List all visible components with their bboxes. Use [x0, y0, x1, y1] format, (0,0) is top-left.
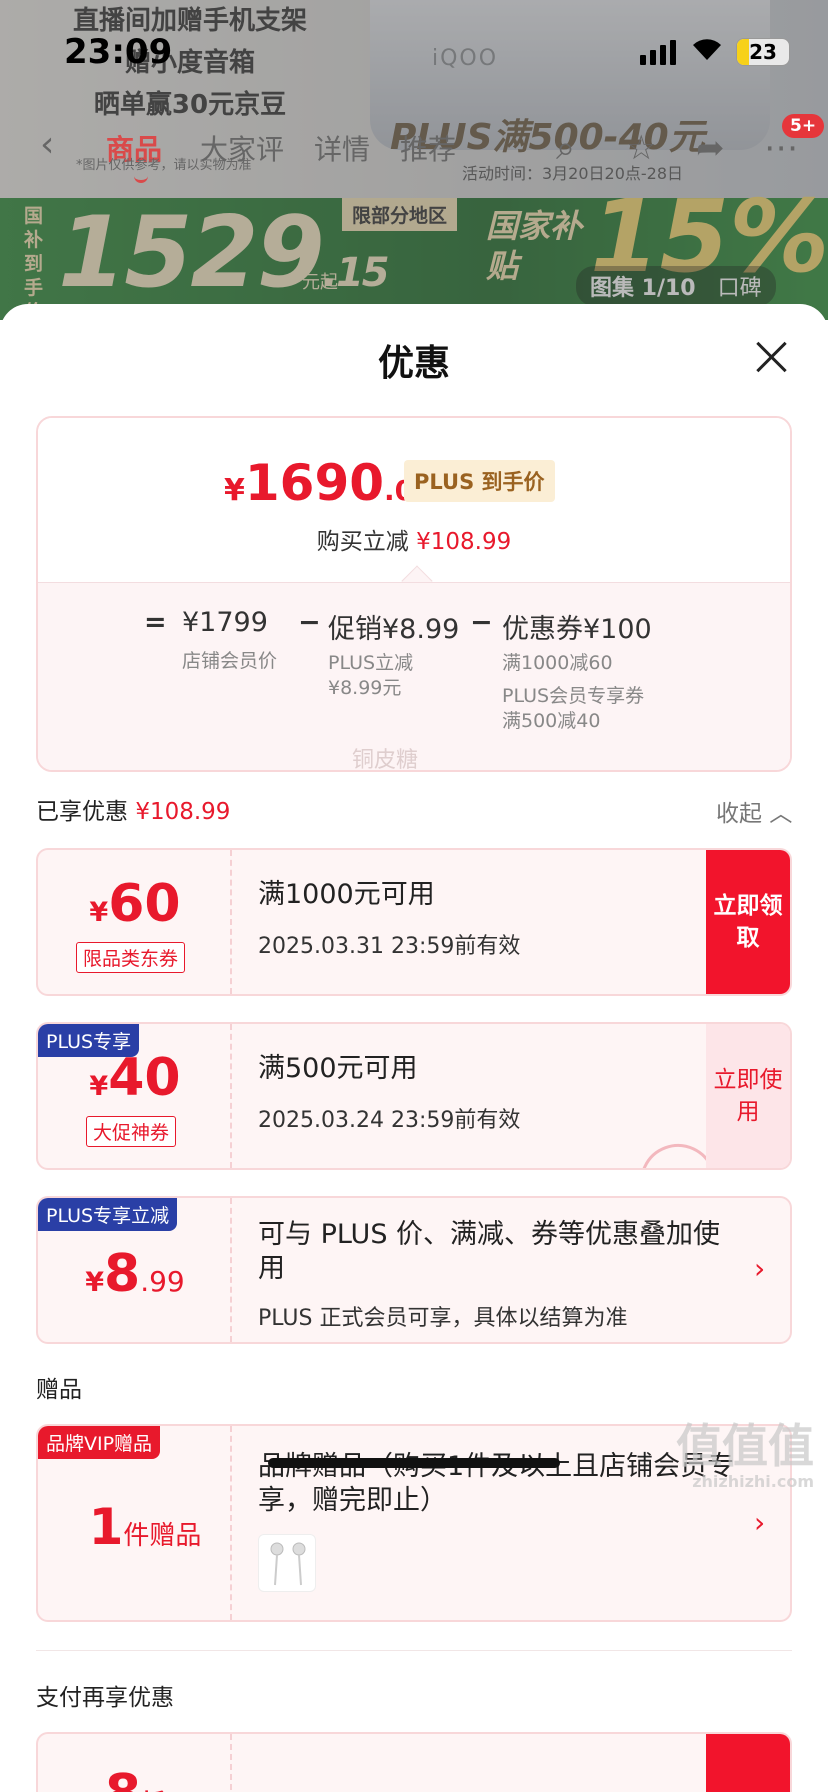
price-summary-card: ¥1690.01 PLUS 到手价 购买立减 ¥108.99 = ¥1799 店…: [36, 416, 792, 772]
enjoyed-discount: 已享优惠 ¥108.99: [36, 792, 230, 826]
price-yen: ¥: [224, 473, 245, 508]
coupon-value: 40: [108, 1048, 181, 1108]
coupon-amount: ¥60: [38, 874, 232, 934]
pay-discount-card[interactable]: 8折: [36, 1732, 792, 1792]
coupon-condition: 满500元可用: [258, 1053, 418, 1084]
message-badge: 5+: [782, 114, 825, 138]
coupon-value: 60: [108, 874, 181, 934]
battery-text: 23: [749, 40, 777, 64]
gift-count-unit: 件赠品: [123, 1521, 202, 1551]
formula-coupon-label: 满1000减60 PLUS会员专享券 满500减40: [502, 651, 644, 734]
formula-base-label: 店铺会员价: [182, 650, 278, 672]
reduction-dec: .99: [140, 1265, 185, 1298]
coupon-label-line: 满1000减60: [502, 652, 613, 674]
coupon-card[interactable]: PLUS专享 ¥40 大促神券 满500元可用 2025.03.24 23:59…: [36, 1022, 792, 1170]
search-icon[interactable]: ⌕: [556, 128, 575, 168]
collapse-button[interactable]: 收起 ︿: [716, 794, 792, 828]
center-watermark: 铜皮糖: [352, 748, 419, 773]
coupon-type: 限品类东券: [76, 942, 186, 973]
star-icon[interactable]: ☆: [626, 128, 656, 168]
coupon-expiry: 2025.03.24 23:59前有效: [258, 1108, 521, 1133]
cellular-signal-icon: [640, 40, 676, 65]
gift-section-title: 赠品: [36, 1377, 82, 1403]
reduction-amount: ¥8.99: [38, 1244, 232, 1304]
section-divider: [36, 1650, 792, 1651]
home-indicator[interactable]: [268, 1458, 560, 1468]
formula-coupon: 优惠券¥100: [502, 614, 652, 645]
formula-base: ¥1799: [182, 607, 268, 638]
site-watermark: 值值值 zhizhizhi.com: [676, 1410, 814, 1491]
watermark-text: 值值值: [676, 1419, 814, 1473]
earphones-gift-image: [258, 1534, 316, 1592]
reduce-label: 购买立减: [316, 529, 409, 555]
pay-action-button[interactable]: [706, 1734, 790, 1792]
collapse-label: 收起: [716, 801, 762, 827]
enjoyed-value: ¥108.99: [135, 799, 231, 825]
tab-details[interactable]: 详情: [314, 128, 370, 168]
reduce-value: ¥108.99: [416, 529, 512, 555]
discount-sheet: 优惠 ¥1690.01 PLUS 到手价 购买立减 ¥108.99 = ¥179…: [0, 304, 828, 1792]
brand-vip-gift-tag: 品牌VIP赠品: [38, 1426, 161, 1459]
coupon-amount: ¥40: [38, 1048, 232, 1108]
use-button[interactable]: 立即使用: [706, 1024, 790, 1168]
coupon-expiry: 2025.03.31 23:59前有效: [258, 934, 521, 959]
pay-discount-amount: 8折: [38, 1764, 232, 1792]
wifi-icon: [690, 34, 724, 70]
gift-count: 1件赠品: [48, 1498, 242, 1556]
formula-promo: 促销¥8.99: [328, 614, 460, 645]
final-price: ¥1690.01: [224, 454, 434, 512]
price-int: 1690: [244, 454, 385, 512]
pay-discount-value: 8: [105, 1764, 141, 1792]
chevron-right-icon[interactable]: ›: [754, 1252, 765, 1285]
pay-section-title: 支付再享优惠: [36, 1685, 174, 1711]
close-icon[interactable]: [754, 340, 788, 374]
promo-label-line: ¥8.99元: [328, 677, 402, 699]
fine-print: *图片仅供参考，请以实物为准: [76, 158, 252, 173]
battery-icon: 23: [736, 38, 790, 66]
coupon-condition: 满1000元可用: [258, 879, 435, 910]
formula-minus: −: [298, 607, 321, 638]
promo-label-line: PLUS立减: [328, 652, 414, 674]
back-arrow-icon[interactable]: ‹: [40, 124, 54, 165]
coupon-label-line: 满500减40: [502, 710, 601, 732]
tab-recommend[interactable]: 推荐: [400, 128, 456, 168]
enjoyed-label: 已享优惠: [36, 799, 128, 825]
reduction-yen: ¥: [85, 1267, 105, 1298]
plus-reduction-card[interactable]: PLUS专享立减 ¥8.99 可与 PLUS 价、满减、券等优惠叠加使用 PLU…: [36, 1196, 792, 1344]
formula-eq: =: [144, 607, 167, 638]
plus-reduction-tag: PLUS专享立减: [38, 1198, 178, 1231]
coupon-yen: ¥: [89, 1071, 109, 1102]
product-nav-bar: ‹ 商品 大家评 详情 推荐 ⌕ ☆ ➦ ⋯ 5+ *图片仅供参考，请以实物为准: [0, 114, 828, 183]
reduction-condition: 可与 PLUS 价、满减、券等优惠叠加使用: [258, 1219, 721, 1284]
status-time: 23:09: [64, 32, 173, 72]
coupon-yen: ¥: [89, 897, 109, 928]
chevron-right-icon[interactable]: ›: [754, 1506, 765, 1539]
reduction-int: 8: [104, 1244, 141, 1304]
sheet-title: 优惠: [377, 343, 450, 384]
instant-reduction: 购买立减 ¥108.99: [38, 522, 790, 556]
coupon-type: 大促神券: [86, 1116, 177, 1147]
gift-count-number: 1: [88, 1498, 124, 1556]
formula-promo-label: PLUS立减 ¥8.99元: [328, 651, 413, 701]
reduction-note: PLUS 正式会员可享，具体以结算为准: [258, 1306, 628, 1331]
formula-minus: −: [470, 607, 493, 638]
chevron-up-icon: ︿: [769, 801, 793, 827]
watermark-url: zhizhizhi.com: [692, 1472, 814, 1491]
plus-price-tag: PLUS 到手价: [404, 460, 555, 502]
coupon-label-line: PLUS会员专享券: [502, 685, 645, 707]
claim-button[interactable]: 立即领取: [706, 850, 790, 994]
status-bar: 23:09 23: [0, 0, 828, 100]
coupon-card[interactable]: ¥60 限品类东券 满1000元可用 2025.03.31 23:59前有效 立…: [36, 848, 792, 996]
share-icon[interactable]: ➦: [696, 128, 725, 168]
